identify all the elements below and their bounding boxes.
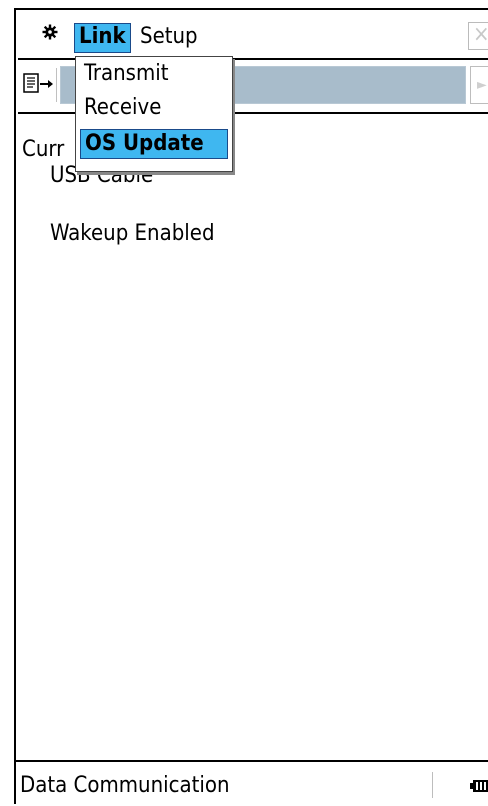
wakeup-status-text: Wakeup Enabled — [50, 221, 215, 246]
battery-icon — [470, 780, 488, 792]
close-icon[interactable]: × — [468, 22, 488, 50]
menu-item-receive[interactable]: Receive — [80, 93, 228, 123]
menu-item-transmit[interactable]: Transmit — [80, 59, 228, 89]
status-divider — [432, 772, 433, 798]
main-content: Curr USB Cable Wakeup Enabled — [16, 114, 488, 762]
menu-item-os-update[interactable]: OS Update — [80, 129, 228, 159]
menu-bar: Link Setup × — [16, 10, 488, 56]
menu-setup[interactable]: Setup — [140, 23, 198, 51]
arrow-right-icon[interactable]: ► — [470, 66, 488, 104]
transfer-icon[interactable] — [20, 68, 57, 102]
calculator-screen: Link Setup × ► Curr USB Cable Wakeup Ena… — [14, 8, 488, 806]
link-dropdown-menu: Transmit Receive OS Update — [75, 56, 233, 172]
menu-link[interactable]: Link — [74, 23, 131, 53]
current-status-label: Curr — [22, 137, 65, 162]
status-bar: Data Communication — [16, 762, 488, 806]
app-name: Data Communication — [20, 773, 230, 798]
gear-icon[interactable] — [42, 24, 58, 40]
